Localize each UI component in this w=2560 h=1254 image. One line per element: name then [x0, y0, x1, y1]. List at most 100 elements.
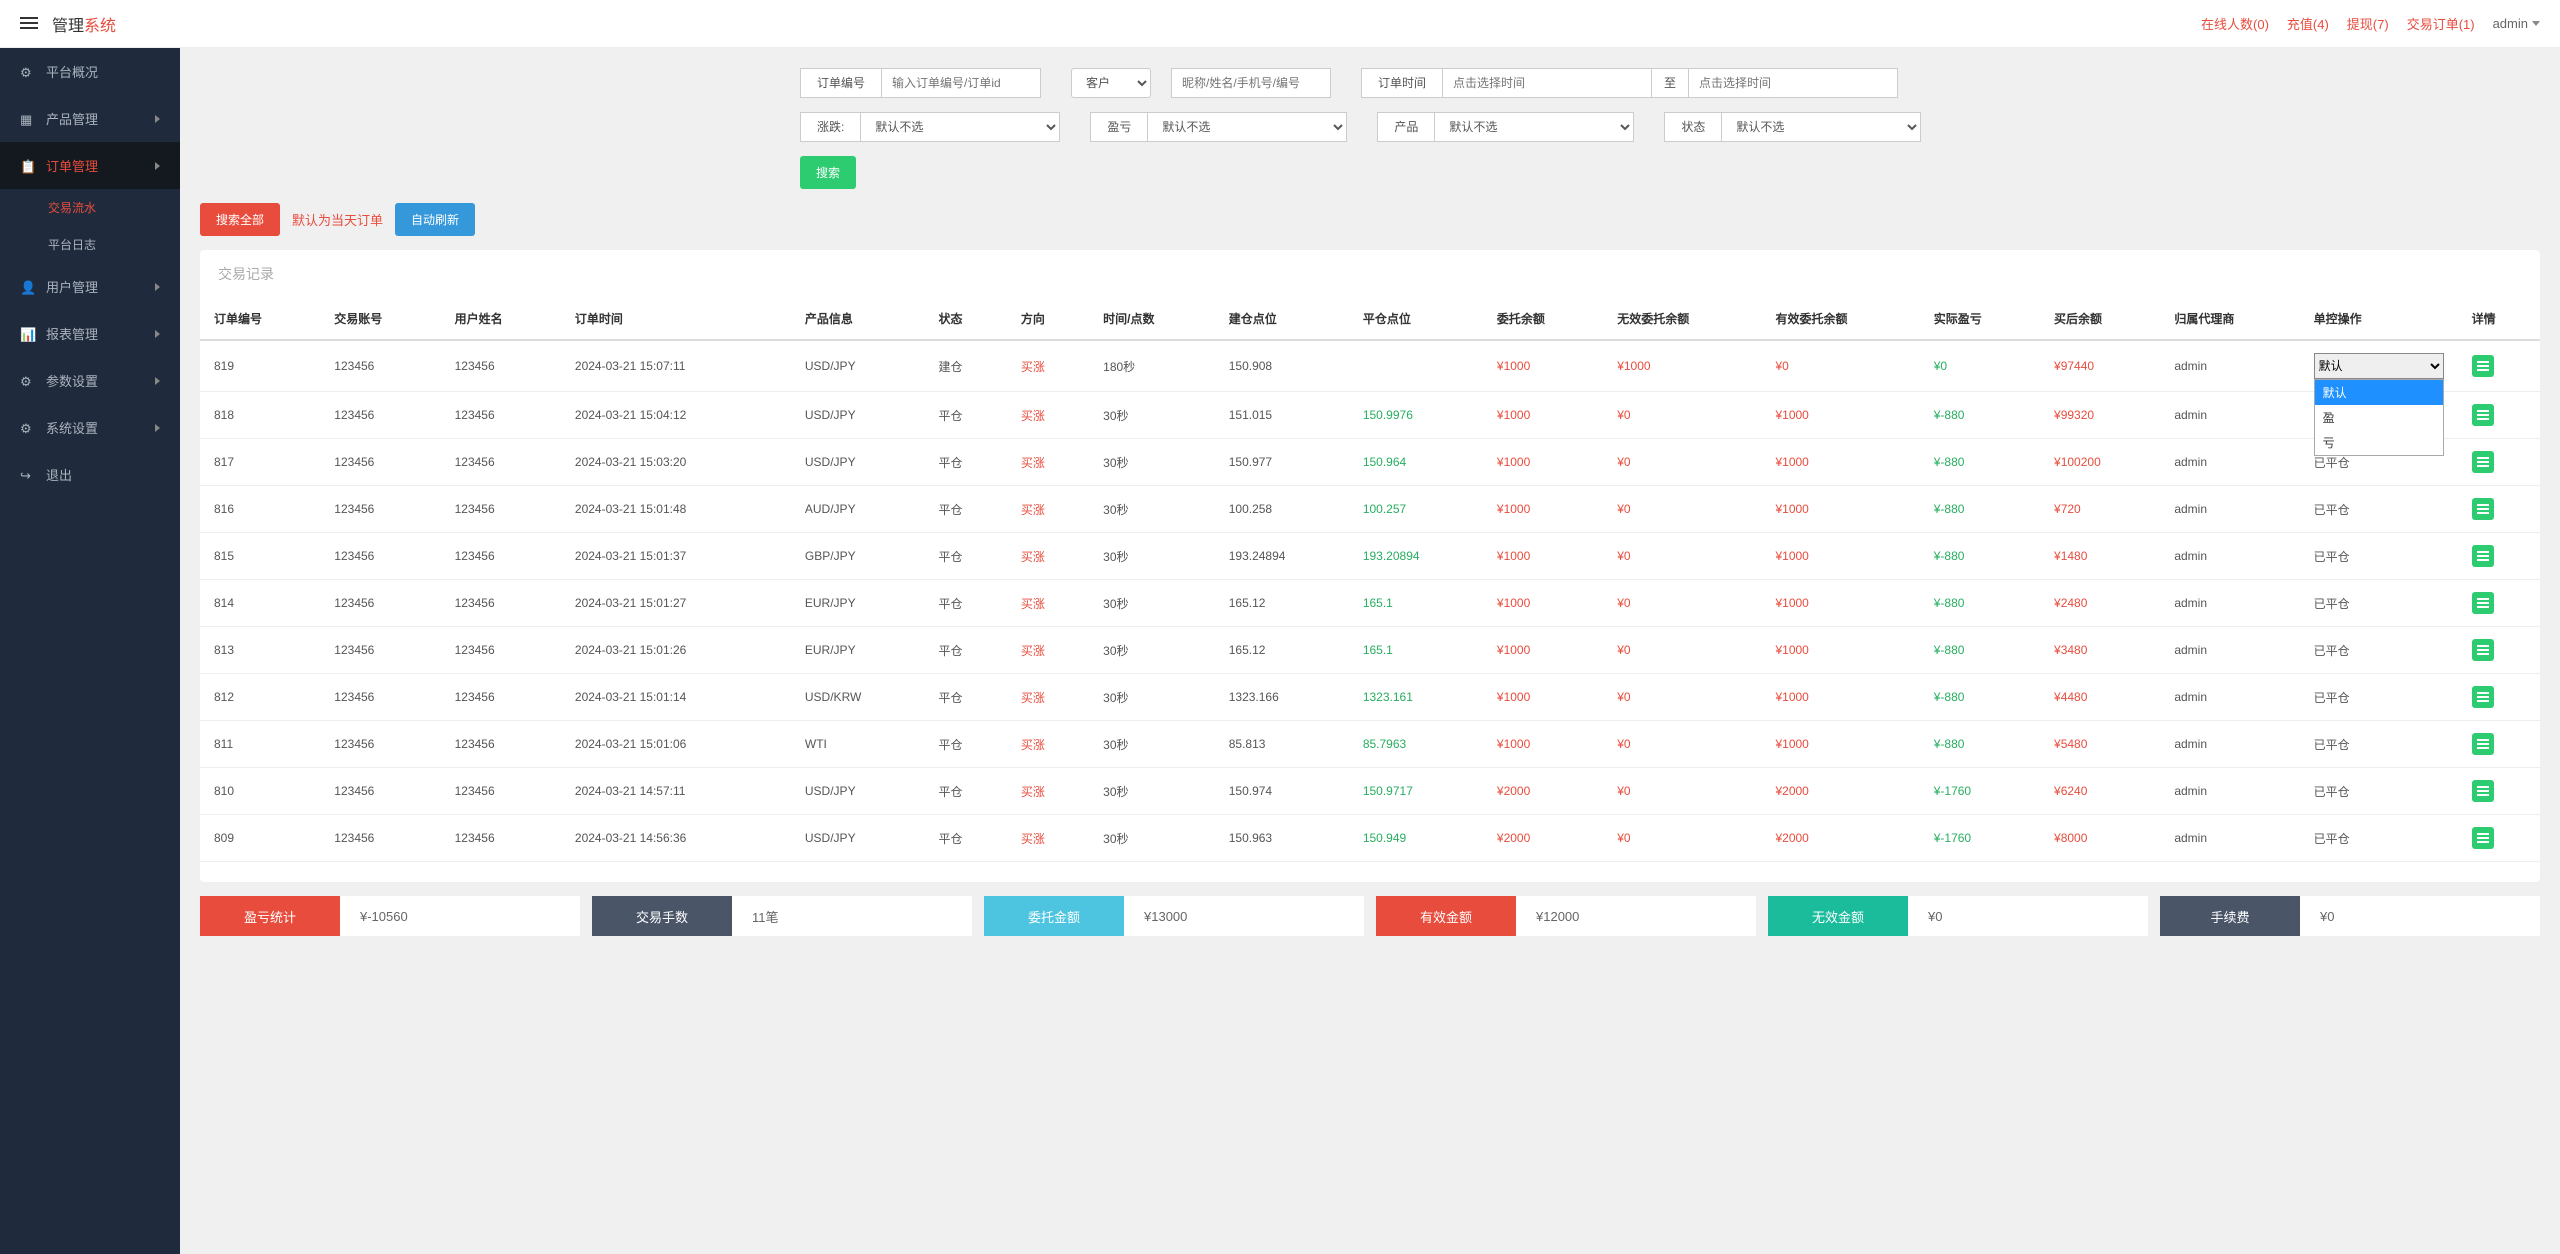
dropdown-option-win[interactable]: 盈 [2315, 405, 2443, 430]
filter-updown: 涨跌: 默认不选 [800, 112, 1060, 142]
detail-button[interactable] [2472, 498, 2494, 520]
time-from-input[interactable] [1442, 68, 1652, 98]
control-text: 已平仓 [2314, 503, 2350, 517]
dropdown-option-loss[interactable]: 亏 [2315, 430, 2443, 455]
cell-agent: admin [2160, 486, 2299, 533]
user-type-select[interactable]: 客户 [1071, 68, 1151, 98]
table-row: 8121234561234562024-03-21 15:01:14USD/KR… [200, 674, 2540, 721]
sidebar-item-user[interactable]: 👤用户管理 [0, 263, 180, 310]
product-label: 产品 [1377, 112, 1434, 142]
cell-acct: 123456 [320, 815, 440, 862]
cell-control: 已平仓 [2300, 674, 2458, 721]
report-icon: 📊 [20, 327, 34, 341]
sidebar-item-product[interactable]: ▦ 产品管理 [0, 95, 180, 142]
cell-dir: 买涨 [1007, 627, 1089, 674]
product-icon: ▦ [20, 112, 34, 126]
profit-label: 盈亏 [1090, 112, 1147, 142]
cell-profit: ¥-1760 [1920, 768, 2040, 815]
cell-status: 平仓 [925, 721, 1007, 768]
cell-status: 平仓 [925, 815, 1007, 862]
th-entrust: 委托余额 [1483, 298, 1603, 340]
detail-button[interactable] [2472, 545, 2494, 567]
cell-id: 817 [200, 439, 320, 486]
cell-open: 1323.166 [1215, 674, 1349, 721]
sidebar-sub-tradeflow[interactable]: 交易流水 [0, 189, 180, 226]
cell-user: 123456 [441, 627, 561, 674]
cell-detail [2458, 533, 2540, 580]
detail-button[interactable] [2472, 733, 2494, 755]
product-select[interactable]: 默认不选 [1434, 112, 1634, 142]
sidebar-item-order[interactable]: 📋订单管理 [0, 142, 180, 189]
cell-profit: ¥-880 [1920, 439, 2040, 486]
cell-invalid: ¥0 [1603, 486, 1761, 533]
control-text: 已平仓 [2314, 832, 2350, 846]
sidebar-item-system[interactable]: ⚙系统设置 [0, 404, 180, 451]
stat-trade[interactable]: 交易订单(1) [2407, 14, 2475, 33]
status-select[interactable]: 默认不选 [1721, 112, 1921, 142]
cell-close: 150.9717 [1349, 768, 1483, 815]
detail-button[interactable] [2472, 827, 2494, 849]
cell-control: 已平仓 [2300, 815, 2458, 862]
sidebar-sub-platformlog[interactable]: 平台日志 [0, 226, 180, 263]
table-row: 8131234561234562024-03-21 15:01:26EUR/JP… [200, 627, 2540, 674]
cell-entrust: ¥1000 [1483, 439, 1603, 486]
chevron-right-icon [155, 330, 160, 338]
cell-detail [2458, 674, 2540, 721]
stat-recharge[interactable]: 充值(4) [2287, 14, 2329, 33]
cell-profit: ¥-880 [1920, 486, 2040, 533]
sidebar-item-logout[interactable]: ↪退出 [0, 451, 180, 498]
list-icon [2477, 602, 2489, 604]
cell-user: 123456 [441, 768, 561, 815]
cell-dir: 买涨 [1007, 486, 1089, 533]
detail-button[interactable] [2472, 780, 2494, 802]
cell-status: 平仓 [925, 580, 1007, 627]
cell-profit: ¥0 [1920, 340, 2040, 392]
table-row: 8151234561234562024-03-21 15:01:37GBP/JP… [200, 533, 2540, 580]
stat-withdraw[interactable]: 提现(7) [2347, 14, 2389, 33]
cell-entrust: ¥1000 [1483, 340, 1603, 392]
dashboard-icon: ⚙ [20, 65, 34, 79]
cell-id: 814 [200, 580, 320, 627]
summary-value: ¥12000 [1516, 896, 1756, 936]
order-id-input[interactable] [881, 68, 1041, 98]
th-close: 平仓点位 [1349, 298, 1483, 340]
user-search-input[interactable] [1171, 68, 1331, 98]
th-product: 产品信息 [791, 298, 925, 340]
cell-time: 2024-03-21 15:01:27 [561, 580, 791, 627]
search-all-button[interactable]: 搜索全部 [200, 203, 280, 236]
cell-close: 100.257 [1349, 486, 1483, 533]
time-to-input[interactable] [1688, 68, 1898, 98]
profit-select[interactable]: 默认不选 [1147, 112, 1347, 142]
control-select[interactable]: 默认 [2314, 353, 2444, 379]
detail-button[interactable] [2472, 639, 2494, 661]
detail-button[interactable] [2472, 404, 2494, 426]
list-icon [2477, 696, 2489, 698]
summary-value: ¥0 [1908, 896, 2148, 936]
cell-open: 193.24894 [1215, 533, 1349, 580]
detail-button[interactable] [2472, 592, 2494, 614]
caret-down-icon [2532, 21, 2540, 26]
detail-button[interactable] [2472, 355, 2494, 377]
cell-prod: USD/JPY [791, 815, 925, 862]
sidebar-label: 产品管理 [46, 109, 98, 128]
user-menu[interactable]: admin [2493, 16, 2540, 31]
sidebar-item-params[interactable]: ⚙参数设置 [0, 357, 180, 404]
stat-online[interactable]: 在线人数(0) [2201, 14, 2269, 33]
dropdown-option-default[interactable]: 默认 [2315, 380, 2443, 405]
sidebar-item-overview[interactable]: ⚙平台概况 [0, 48, 180, 95]
cell-close: 165.1 [1349, 580, 1483, 627]
chevron-right-icon [155, 162, 160, 170]
list-icon [2477, 837, 2489, 839]
detail-button[interactable] [2472, 451, 2494, 473]
cell-status: 平仓 [925, 533, 1007, 580]
cell-invalid: ¥0 [1603, 392, 1761, 439]
sidebar-item-report[interactable]: 📊报表管理 [0, 310, 180, 357]
menu-toggle-icon[interactable] [20, 14, 40, 34]
auto-refresh-button[interactable]: 自动刷新 [395, 203, 475, 236]
cell-tp: 30秒 [1089, 580, 1215, 627]
cell-agent: admin [2160, 533, 2299, 580]
updown-select[interactable]: 默认不选 [860, 112, 1060, 142]
detail-button[interactable] [2472, 686, 2494, 708]
control-dropdown-open[interactable]: 默认 盈 亏 [2314, 379, 2444, 456]
search-button[interactable]: 搜索 [800, 156, 856, 189]
